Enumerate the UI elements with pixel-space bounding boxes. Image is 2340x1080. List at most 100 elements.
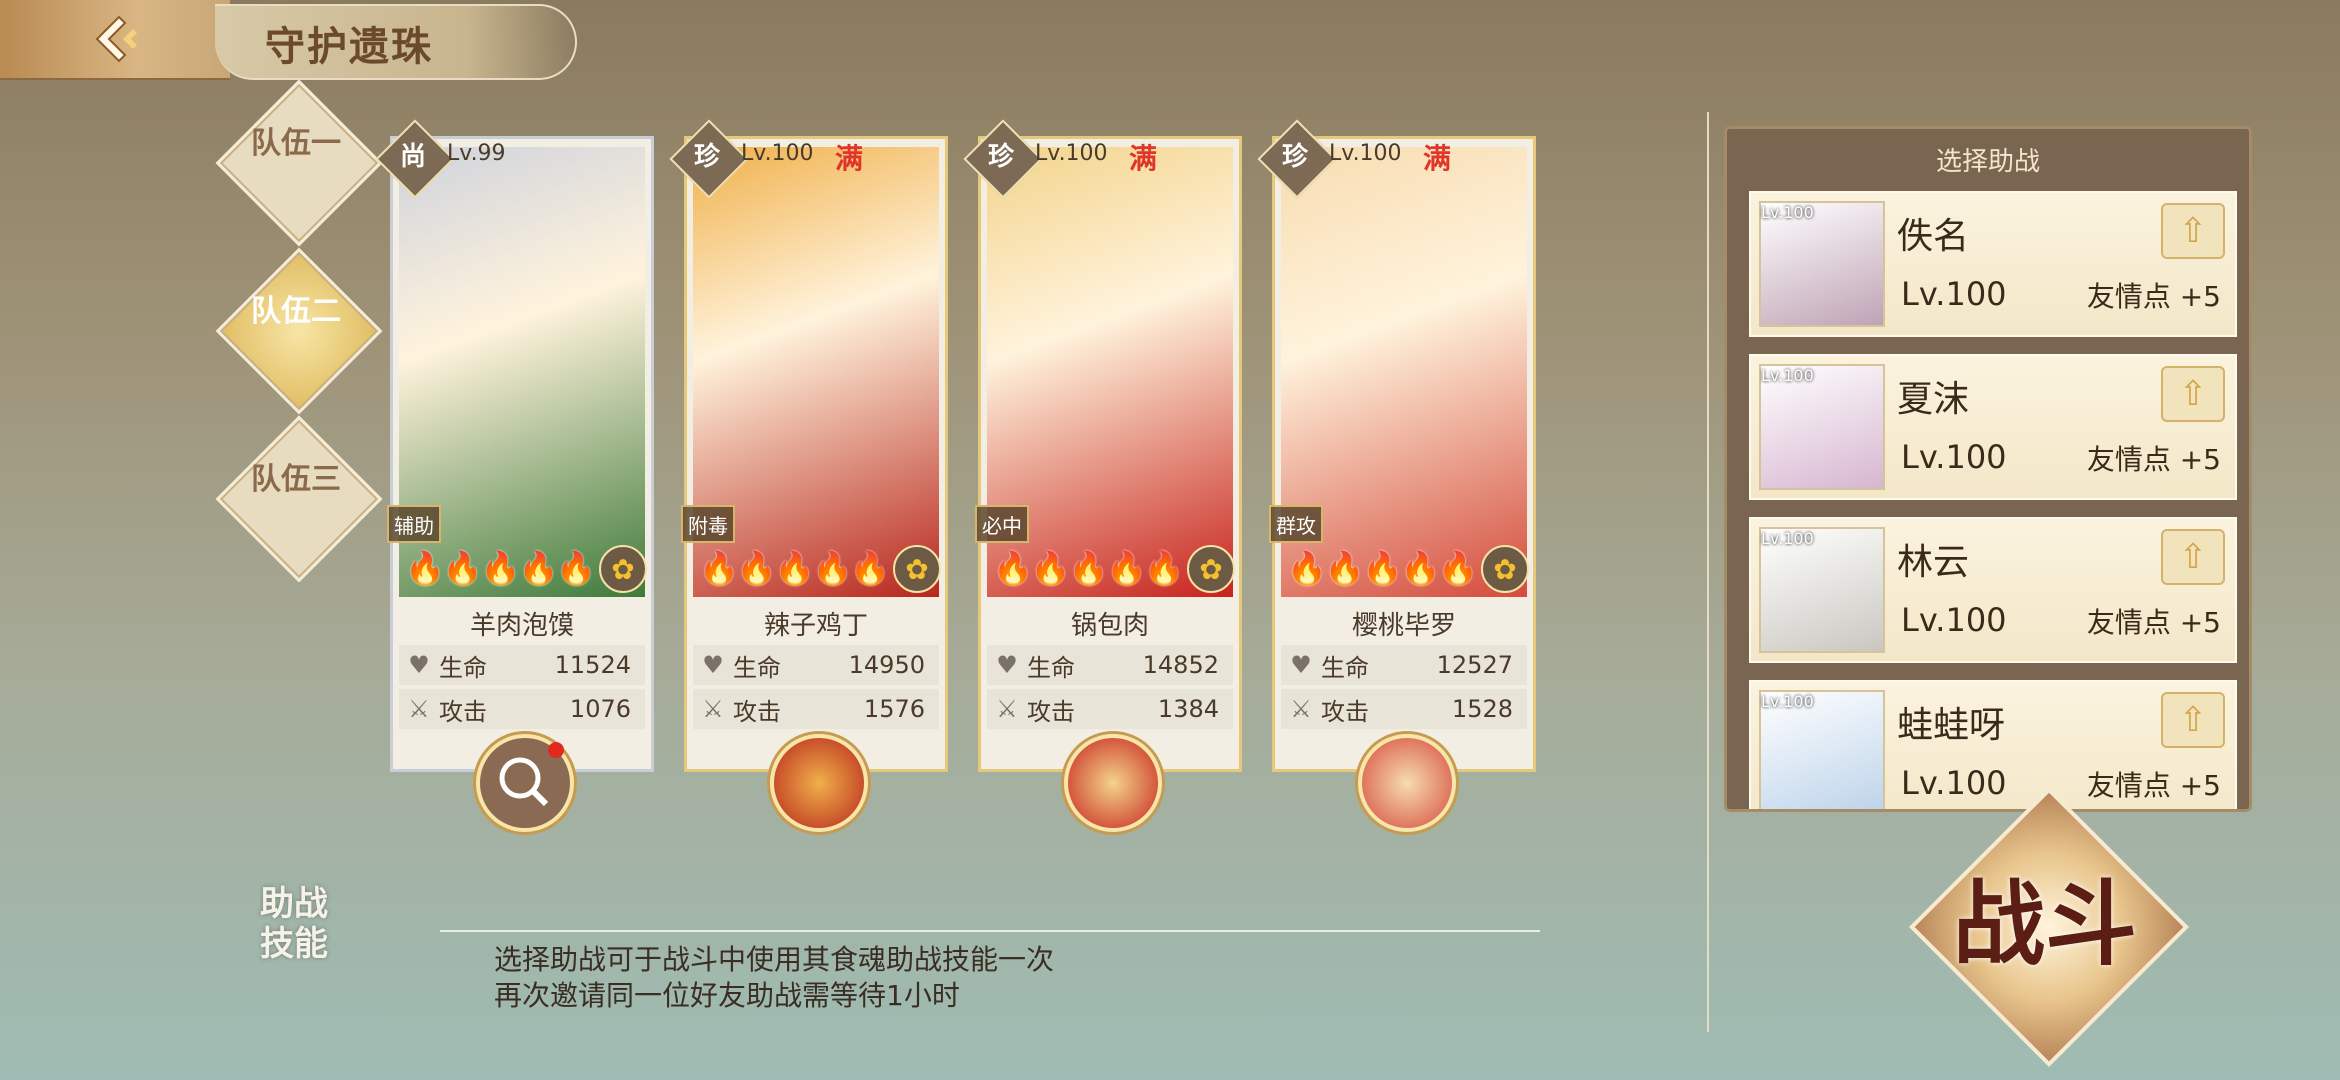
tab-team-2[interactable] (215, 247, 383, 415)
character-card[interactable]: 珍 Lv.100 满 群攻 🔥🔥🔥🔥🔥 ✿ 樱桃毕罗 ♥ 生命 12527 ⚔ … (1257, 119, 1536, 772)
hp-label: 生命 (733, 653, 781, 682)
rarity-label: 珍 (1281, 142, 1308, 172)
assist-panel-title: 选择助战 (1935, 147, 2040, 177)
hp-row: ♥ 生命 11524 (399, 645, 645, 685)
full-mark: 满 (1129, 142, 1158, 175)
hp-label: 生命 (439, 653, 487, 682)
atk-value: 1384 (1157, 695, 1219, 723)
role-tag: 附毒 (681, 505, 735, 543)
role-tag: 群攻 (1269, 505, 1323, 543)
battle-button-label: 战斗 (1952, 870, 2137, 978)
add-friend-button[interactable]: ⇧ (2161, 203, 2225, 259)
card-level: Lv.100 (1035, 141, 1108, 166)
add-friend-button[interactable]: ⇧ (2161, 692, 2225, 748)
friend-row[interactable]: Lv.100 蛙蛙呀 Lv.100 友情点 +5 ⇧ (1749, 680, 2237, 809)
friend-level: Lv.100 (1901, 438, 2007, 476)
atk-label: 攻击 (439, 697, 487, 726)
assist-skill-icon[interactable] (770, 734, 868, 832)
tab-team-3[interactable] (215, 415, 383, 583)
card-level: Lv.99 (447, 141, 506, 166)
hp-value: 12527 (1436, 651, 1513, 679)
back-button[interactable] (0, 0, 230, 80)
star-rating: 🔥🔥🔥🔥🔥 (1287, 549, 1478, 587)
friend-row[interactable]: Lv.100 夏沫 Lv.100 友情点 +5 ⇧ (1749, 354, 2237, 500)
add-assist-icon: ⇧ (2178, 700, 2208, 740)
assist-select-button[interactable] (476, 734, 574, 832)
friend-level: Lv.100 (1901, 601, 2007, 639)
friend-row[interactable]: Lv.100 林云 Lv.100 友情点 +5 ⇧ (1749, 517, 2237, 663)
atk-label: 攻击 (1321, 697, 1369, 726)
avatar-level: Lv.100 (1761, 366, 1814, 385)
atk-value: 1076 (569, 695, 631, 723)
full-mark: 满 (835, 142, 864, 175)
friend-name: 林云 (1897, 542, 1970, 583)
card-level: Lv.100 (741, 141, 814, 166)
rarity-label: 珍 (693, 142, 720, 172)
element-icon: ✿ (893, 545, 941, 593)
character-name: 樱桃毕罗 (1351, 611, 1456, 641)
add-friend-button[interactable]: ⇧ (2161, 366, 2225, 422)
friend-name: 佚名 (1897, 216, 1970, 257)
sword-icon: ⚔ (702, 695, 724, 723)
atk-row: ⚔ 攻击 1384 (987, 689, 1233, 729)
back-arrow-icon (95, 15, 137, 63)
character-name: 羊肉泡馍 (469, 611, 574, 641)
hp-label: 生命 (1321, 653, 1369, 682)
hp-value: 14950 (848, 651, 925, 679)
character-card[interactable]: 珍 Lv.100 满 必中 🔥🔥🔥🔥🔥 ✿ 锅包肉 ♥ 生命 14852 ⚔ 攻… (963, 119, 1242, 772)
assist-panel: 选择助战 Lv.100 佚名 Lv.100 友情点 +5 ⇧ Lv.100 夏沫… (1724, 126, 2252, 812)
element-icon: ✿ (599, 545, 647, 593)
heart-icon: ♥ (996, 651, 1018, 679)
page-title: 守护遗珠 (265, 23, 433, 70)
assist-skill-desc-1: 选择助战可于战斗中使用其食魂助战技能一次 (494, 943, 1055, 976)
rarity-label: 珍 (987, 142, 1014, 172)
friendship-points: 友情点 +5 (2086, 606, 2221, 639)
card-level: Lv.100 (1329, 141, 1402, 166)
hp-row: ♥ 生命 14950 (693, 645, 939, 685)
add-assist-icon: ⇧ (2178, 211, 2208, 251)
character-card[interactable]: 珍 Lv.100 满 附毒 🔥🔥🔥🔥🔥 ✿ 辣子鸡丁 ♥ 生命 14950 ⚔ … (669, 119, 948, 772)
friend-level: Lv.100 (1901, 275, 2007, 313)
role-tag: 辅助 (387, 505, 441, 543)
element-icon: ✿ (1187, 545, 1235, 593)
atk-label: 攻击 (1027, 697, 1075, 726)
divider-line (440, 930, 1540, 932)
rarity-label: 尚 (399, 142, 426, 172)
hp-label: 生命 (1027, 653, 1075, 682)
friendship-points: 友情点 +5 (2086, 280, 2221, 313)
friend-level: Lv.100 (1901, 764, 2007, 802)
element-icon: ✿ (1481, 545, 1529, 593)
star-rating: 🔥🔥🔥🔥🔥 (405, 549, 596, 587)
friendship-points: 友情点 +5 (2086, 769, 2221, 802)
tab-team-3-label: 队伍三 (251, 462, 341, 497)
assist-skill-desc-2: 再次邀请同一位好友助战需等待1小时 (494, 979, 960, 1012)
friend-name: 蛙蛙呀 (1897, 705, 2006, 746)
avatar-level: Lv.100 (1761, 203, 1814, 222)
atk-row: ⚔ 攻击 1076 (399, 689, 645, 729)
assist-skill-icon[interactable] (1064, 734, 1162, 832)
sword-icon: ⚔ (996, 695, 1018, 723)
friend-row[interactable]: Lv.100 佚名 Lv.100 友情点 +5 ⇧ (1749, 191, 2237, 337)
hp-value: 11524 (554, 651, 631, 679)
heart-icon: ♥ (1290, 651, 1312, 679)
assist-skill-title: 助战技能 (260, 884, 328, 964)
divider-rail (1707, 112, 1709, 1032)
sword-icon: ⚔ (1290, 695, 1312, 723)
tab-team-1-label: 队伍一 (251, 126, 341, 161)
search-icon (499, 742, 564, 807)
heart-icon: ♥ (408, 651, 430, 679)
avatar-level: Lv.100 (1761, 692, 1814, 711)
hp-row: ♥ 生命 12527 (1281, 645, 1527, 685)
full-mark: 满 (1423, 142, 1452, 175)
atk-row: ⚔ 攻击 1576 (693, 689, 939, 729)
add-friend-button[interactable]: ⇧ (2161, 529, 2225, 585)
avatar-level: Lv.100 (1761, 529, 1814, 548)
tab-team-1[interactable] (215, 79, 383, 247)
atk-value: 1576 (863, 695, 925, 723)
tab-team-2-label: 队伍二 (251, 294, 341, 329)
character-card[interactable]: 尚 Lv.99 辅助 🔥🔥🔥🔥🔥 ✿ 羊肉泡馍 ♥ 生命 11524 ⚔ 攻击 … (375, 119, 654, 772)
assist-skill-icon[interactable] (1358, 734, 1456, 832)
atk-row: ⚔ 攻击 1528 (1281, 689, 1527, 729)
hp-value: 14852 (1142, 651, 1219, 679)
atk-value: 1528 (1451, 695, 1513, 723)
